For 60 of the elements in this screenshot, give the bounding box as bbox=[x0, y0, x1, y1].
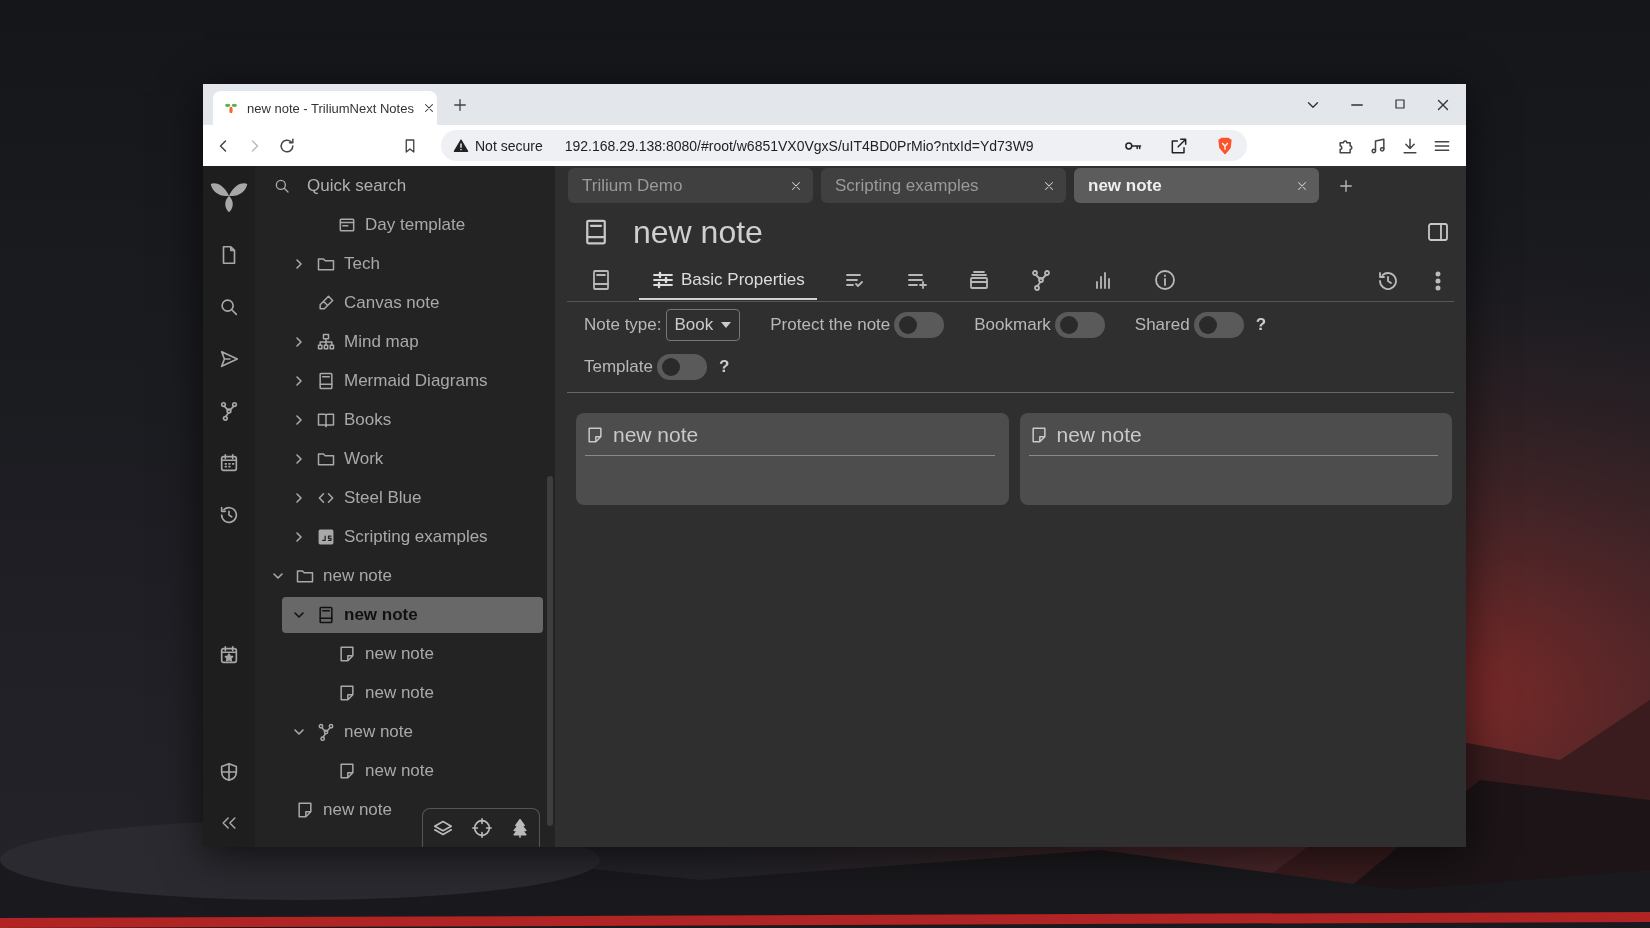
toggle-switch[interactable] bbox=[657, 354, 707, 380]
tree-item[interactable]: Steel Blue bbox=[282, 479, 543, 516]
tree-item[interactable]: Mind map bbox=[282, 323, 543, 360]
note-card[interactable]: new note bbox=[576, 413, 1009, 505]
lion-icon[interactable] bbox=[1215, 135, 1235, 156]
help-link[interactable]: ? bbox=[719, 357, 730, 377]
url-text: 192.168.29.138:8080/#root/w6851VX0VgxS/uIT4BD0PrMio?ntxId=Yd73W9 bbox=[564, 137, 1035, 154]
tree-item[interactable]: new note bbox=[303, 674, 543, 711]
note-tab[interactable]: Scripting examples bbox=[821, 168, 1066, 203]
caret-icon bbox=[721, 322, 732, 328]
toggle-label: Bookmark bbox=[974, 315, 1051, 335]
tree-item[interactable]: new note bbox=[261, 791, 543, 828]
search-icon[interactable] bbox=[218, 296, 240, 318]
tree-item[interactable]: new note bbox=[303, 752, 543, 789]
note-tab[interactable]: new note bbox=[1074, 168, 1319, 203]
note-card[interactable]: new note bbox=[1019, 413, 1452, 505]
tree-item[interactable]: new note bbox=[303, 635, 543, 672]
tree-item[interactable]: Day template bbox=[303, 206, 543, 243]
warning-icon bbox=[453, 137, 469, 154]
book-icon bbox=[316, 604, 336, 625]
shield-icon[interactable] bbox=[218, 761, 240, 783]
toggle-switch[interactable] bbox=[894, 312, 945, 338]
book-icon bbox=[316, 370, 336, 391]
scrollbar[interactable] bbox=[547, 476, 553, 826]
crosshair-icon[interactable] bbox=[471, 817, 493, 839]
note-icon bbox=[585, 425, 605, 445]
network-icon bbox=[316, 721, 336, 742]
field-label: Note type: bbox=[584, 315, 662, 335]
toggle-label: Template bbox=[584, 357, 653, 377]
toggle-label: Protect the note bbox=[770, 315, 891, 335]
history-icon[interactable] bbox=[218, 504, 240, 526]
tree-item[interactable]: Canvas note bbox=[282, 284, 543, 321]
hierarchy-icon bbox=[316, 331, 336, 352]
history-icon[interactable] bbox=[1376, 269, 1400, 293]
network-icon[interactable] bbox=[218, 400, 240, 422]
calendar-icon[interactable] bbox=[218, 452, 240, 474]
note-tab[interactable]: Trilium Demo bbox=[568, 168, 813, 203]
help-link[interactable]: ? bbox=[1255, 315, 1267, 335]
security-label[interactable]: Not secure bbox=[475, 137, 543, 154]
tree-item[interactable]: new note bbox=[261, 557, 543, 594]
note-type-dropdown[interactable]: Book bbox=[665, 309, 741, 341]
tree-item[interactable]: Books bbox=[282, 401, 543, 438]
tree-item[interactable]: Tech bbox=[282, 245, 543, 282]
tree-item[interactable]: Scripting examples bbox=[282, 518, 543, 555]
info-icon bbox=[1152, 268, 1177, 292]
tree-item[interactable]: Work bbox=[282, 440, 543, 477]
tree-item[interactable]: new note bbox=[282, 713, 543, 750]
toggle-switch[interactable] bbox=[1193, 312, 1244, 338]
card-title[interactable]: new note bbox=[613, 423, 699, 447]
toggle-label: Shared bbox=[1134, 315, 1190, 335]
ribbon-tab[interactable]: Basic Properties bbox=[639, 262, 817, 300]
address-bar[interactable]: Not secure 192.168.29.138:8080/#root/w6851VX0VgxS/uIT4BD0PrMio?ntxId=Yd73W9 bbox=[441, 130, 1247, 161]
send-icon[interactable] bbox=[218, 348, 240, 370]
tree-item[interactable]: Mermaid Diagrams bbox=[282, 362, 543, 399]
browser-tab[interactable]: new note - TriliumNext Notes bbox=[213, 91, 437, 125]
note-title[interactable]: new note bbox=[633, 213, 1404, 251]
card-title[interactable]: new note bbox=[1056, 423, 1142, 447]
side-panel-icon[interactable] bbox=[1426, 220, 1450, 244]
search-field[interactable]: Quick search bbox=[305, 174, 509, 197]
toggle-switch[interactable] bbox=[1054, 312, 1105, 338]
